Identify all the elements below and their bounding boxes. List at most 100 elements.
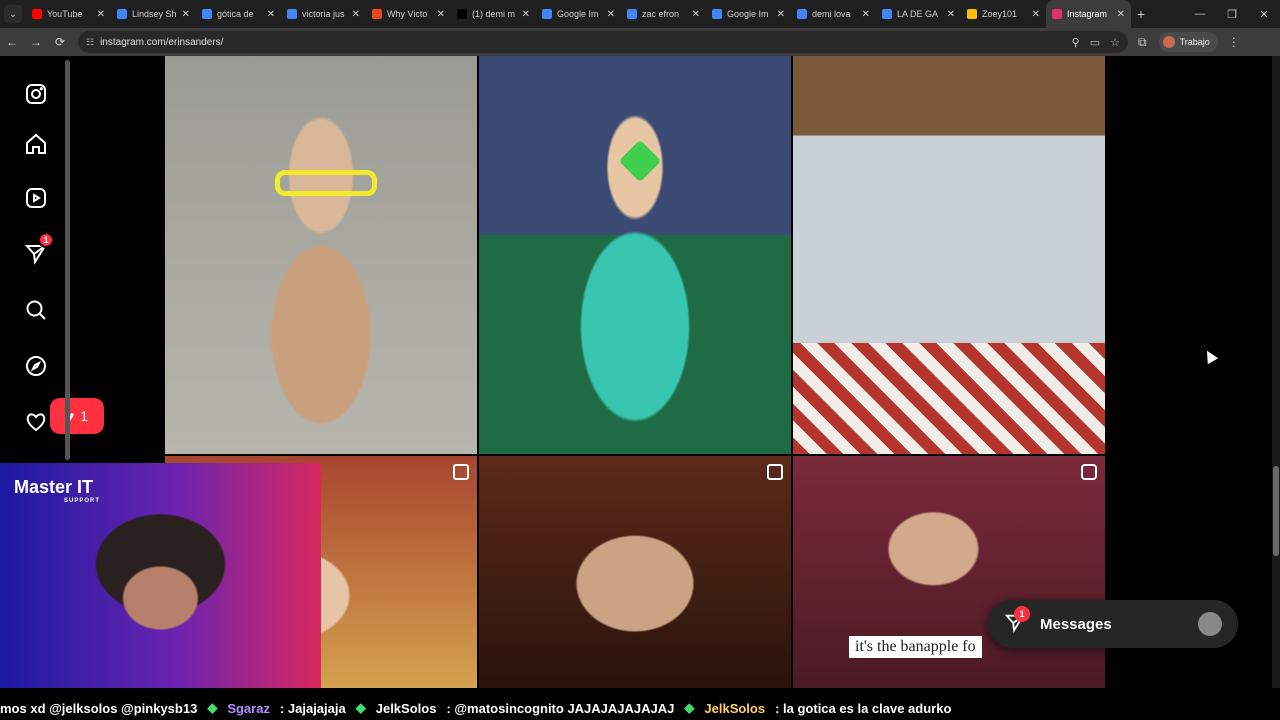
tab-title: victoria jus — [302, 9, 345, 19]
browser-tab[interactable]: Lindsey Sh ✕ — [111, 0, 196, 28]
chat-message: : @matosincognito JAJAJAJAJAJAJ — [446, 700, 675, 716]
tab-title: Why Victo — [387, 9, 428, 19]
tab-title: Google Im — [727, 9, 769, 19]
window-controls: — ❐ ✕ — [1184, 0, 1280, 28]
browser-tab[interactable]: Why Victo ✕ — [366, 0, 451, 28]
post-thumbnail[interactable] — [479, 456, 791, 688]
tab-close-icon[interactable]: ✕ — [437, 9, 445, 20]
tab-close-icon[interactable]: ✕ — [522, 9, 530, 20]
browser-tab[interactable]: gótica de ✕ — [196, 0, 281, 28]
tab-favicon-icon — [372, 9, 382, 19]
browser-tab[interactable]: (1) demi m ✕ — [451, 0, 536, 28]
tab-title: LA DE GA — [897, 9, 939, 19]
green-heart-graphic — [618, 139, 662, 183]
messages-notification-badge: 1 — [38, 232, 54, 248]
tab-favicon-icon — [797, 9, 807, 19]
back-button[interactable]: ← — [0, 35, 24, 49]
forward-button[interactable]: → — [24, 35, 48, 49]
instagram-logo-icon[interactable] — [20, 78, 52, 110]
browser-tab[interactable]: LA DE GA ✕ — [876, 0, 961, 28]
stream-brand-logo: Master IT SUPPORT — [14, 477, 100, 504]
tab-close-icon[interactable]: ✕ — [607, 9, 615, 20]
brand-subtitle: SUPPORT — [64, 498, 101, 504]
explore-icon[interactable] — [20, 350, 52, 382]
mouse-cursor — [1201, 347, 1219, 365]
streamer-webcam: Master IT SUPPORT — [0, 463, 321, 688]
chat-badge-icon: ◆ — [207, 700, 218, 715]
reels-icon[interactable] — [20, 182, 52, 214]
bookmark-star-icon[interactable]: ☆ — [1110, 36, 1120, 49]
tab-title: Zoey101 — [982, 9, 1018, 19]
site-info-icon[interactable]: ☷ — [86, 37, 94, 48]
new-tab-button[interactable]: + — [1131, 6, 1151, 22]
tab-close-icon[interactable]: ✕ — [862, 9, 870, 20]
browser-tab[interactable]: Instagram ✕ — [1046, 0, 1131, 28]
tab-close-icon[interactable]: ✕ — [692, 9, 700, 20]
browser-toolbar: ← → ⟳ ☷ instagram.com/erinsanders/ ⚲ ▭ ☆… — [0, 28, 1280, 56]
tab-close-icon[interactable]: ✕ — [1117, 9, 1125, 20]
conversation-avatars — [1198, 612, 1222, 636]
browser-tab[interactable]: zac efron ✕ — [621, 0, 706, 28]
tab-favicon-icon — [287, 9, 297, 19]
address-bar[interactable]: ☷ instagram.com/erinsanders/ ⚲ ▭ ☆ — [78, 31, 1128, 53]
tab-close-icon[interactable]: ✕ — [97, 9, 105, 20]
tab-close-icon[interactable]: ✕ — [777, 9, 785, 20]
likes-notification-badge[interactable]: ♥ 1 — [50, 398, 104, 434]
browser-tab[interactable]: victoria jus ✕ — [281, 0, 366, 28]
reload-button[interactable]: ⟳ — [48, 35, 72, 49]
browser-tab[interactable]: demi lova ✕ — [791, 0, 876, 28]
tab-favicon-icon — [882, 9, 892, 19]
likes-count: 1 — [80, 408, 89, 424]
profile-button[interactable]: Trabajo — [1158, 32, 1218, 52]
stream-chat-ticker: mos xd @jelksolos @pinkysb13 ◆ Sgaraz : … — [0, 696, 1280, 720]
extensions-icon[interactable]: ⧉ — [1138, 35, 1147, 50]
cast-icon[interactable]: ▭ — [1090, 36, 1100, 49]
tab-favicon-icon — [542, 9, 552, 19]
page-scrollbar-thumb[interactable] — [1273, 466, 1279, 556]
zoom-icon[interactable]: ⚲ — [1072, 36, 1080, 49]
browser-tab[interactable]: Google Im ✕ — [706, 0, 791, 28]
tab-title: YouTube — [47, 9, 83, 19]
tab-close-icon[interactable]: ✕ — [947, 9, 955, 20]
chat-message: : Jajajajaja — [279, 700, 346, 716]
tab-title: gótica de — [217, 9, 254, 19]
brand-name: Master IT — [14, 477, 94, 497]
tab-favicon-icon — [627, 9, 637, 19]
browser-menu-icon[interactable]: ⋮ — [1228, 35, 1240, 49]
browser-tab[interactable]: Zoey101 ✕ — [961, 0, 1046, 28]
tab-favicon-icon — [457, 9, 467, 19]
restore-button[interactable]: ❐ — [1216, 8, 1248, 21]
tab-title: Instagram — [1067, 9, 1108, 19]
browser-tab[interactable]: Google Im ✕ — [536, 0, 621, 28]
tab-close-icon[interactable]: ✕ — [1032, 9, 1040, 20]
post-thumbnail[interactable] — [479, 56, 791, 454]
tab-close-icon[interactable]: ✕ — [267, 9, 275, 20]
tab-title: (1) demi m — [472, 9, 516, 19]
close-window-button[interactable]: ✕ — [1248, 8, 1280, 21]
sidebar-scrollbar[interactable] — [65, 60, 70, 460]
direct-messages-icon[interactable]: 1 — [20, 232, 54, 270]
tab-favicon-icon — [202, 9, 212, 19]
chat-username: JelkSolos — [375, 700, 437, 716]
search-icon[interactable] — [20, 294, 52, 326]
messages-label: Messages — [1040, 615, 1112, 633]
post-thumbnail[interactable]: it's the banapple fo — [793, 456, 1105, 688]
chat-message: mos xd @jelksolos @pinkysb13 — [0, 700, 198, 716]
profile-label: Trabajo — [1179, 37, 1210, 47]
browser-tab-strip: ⌄ YouTube ✕ Lindsey Sh ✕ gótica de ✕ victoria … — [0, 0, 1280, 28]
notifications-heart-icon[interactable] — [20, 406, 52, 438]
post-thumbnail[interactable] — [793, 56, 1105, 454]
tab-search-button[interactable]: ⌄ — [4, 5, 22, 23]
yellow-sunglasses-graphic — [275, 170, 377, 196]
video-caption: it's the banapple fo — [849, 636, 982, 658]
browser-tab[interactable]: YouTube ✕ — [26, 0, 111, 28]
post-thumbnail[interactable] — [165, 56, 477, 454]
minimize-button[interactable]: — — [1184, 8, 1216, 20]
tab-close-icon[interactable]: ✕ — [352, 9, 360, 20]
address-bar-text: instagram.com/erinsanders/ — [100, 36, 224, 48]
messages-floating-button[interactable]: 1 Messages — [988, 600, 1238, 648]
home-icon[interactable] — [20, 128, 52, 160]
tab-favicon-icon — [1052, 9, 1062, 19]
tab-close-icon[interactable]: ✕ — [182, 9, 190, 20]
page-scrollbar[interactable] — [1272, 56, 1280, 688]
